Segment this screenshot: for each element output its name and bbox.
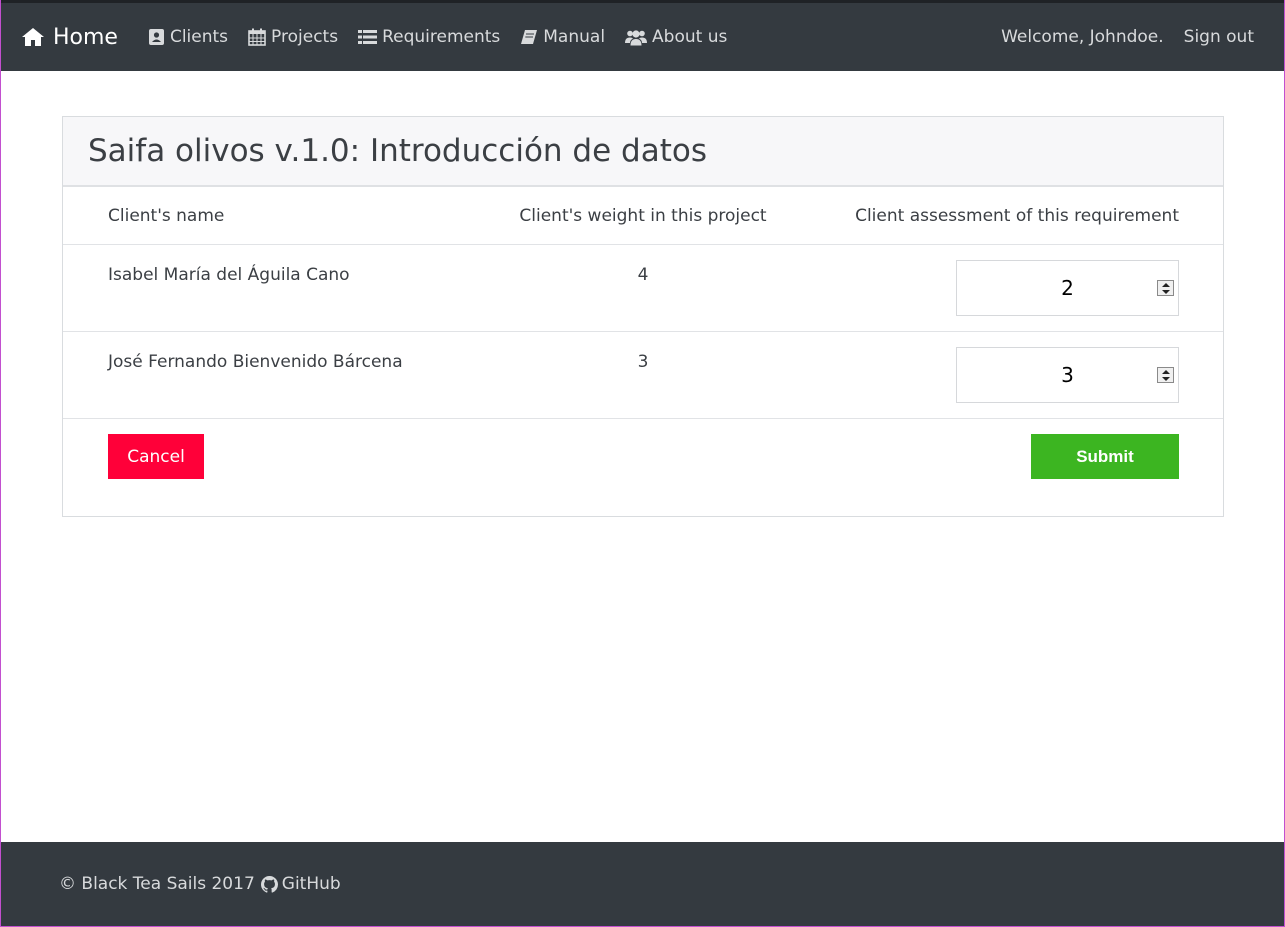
calendar-icon <box>248 28 266 46</box>
assessment-cell: 2 <box>823 260 1223 316</box>
sign-out-link[interactable]: Sign out <box>1184 27 1254 47</box>
header-client-name: Client's name <box>108 205 225 226</box>
users-icon <box>625 29 648 45</box>
book-icon <box>521 30 538 44</box>
client-weight: 4 <box>637 265 649 285</box>
nav-user-area: Welcome, Johndoe. Sign out <box>1001 27 1254 47</box>
address-card-icon <box>148 29 164 45</box>
list-icon <box>358 30 378 44</box>
nav-manual-label: Manual <box>543 27 606 47</box>
github-icon <box>260 875 278 893</box>
spinner-down-icon[interactable] <box>1161 376 1170 381</box>
brand-label: Home <box>53 24 118 50</box>
assessment-number-input[interactable]: 3 <box>956 347 1179 403</box>
spinner-up-icon[interactable] <box>1161 282 1170 287</box>
number-spinner[interactable] <box>1157 280 1174 296</box>
number-spinner[interactable] <box>1157 367 1174 383</box>
spinner-down-icon[interactable] <box>1161 289 1170 294</box>
client-name: Isabel María del Águila Cano <box>108 265 350 285</box>
top-navbar: Home Clients Projects Requirements Manua… <box>1 0 1284 71</box>
welcome-text: Welcome, Johndoe. <box>1001 27 1164 47</box>
table-row: Isabel María del Águila Cano 4 2 <box>63 245 1223 332</box>
assessment-table: Client's name Client's weight in this pr… <box>63 187 1223 419</box>
nav-manual[interactable]: Manual <box>520 27 605 47</box>
page-title: Saifa olivos v.1.0: Introducción de dato… <box>88 133 707 169</box>
home-link[interactable]: Home <box>21 25 118 50</box>
submit-button[interactable]: Submit <box>1031 434 1179 479</box>
client-name: José Fernando Bienvenido Bárcena <box>108 352 403 372</box>
home-icon <box>22 28 44 46</box>
nav-requirements[interactable]: Requirements <box>358 27 500 47</box>
data-entry-card: Saifa olivos v.1.0: Introducción de dato… <box>62 116 1224 517</box>
client-weight: 3 <box>637 352 649 372</box>
page-footer: © Black Tea Sails 2017 GitHub <box>1 842 1284 926</box>
assessment-value: 3 <box>1061 363 1074 387</box>
header-client-weight: Client's weight in this project <box>519 205 767 226</box>
assessment-number-input[interactable]: 2 <box>956 260 1179 316</box>
nav-requirements-label: Requirements <box>382 27 501 47</box>
nav-projects-label: Projects <box>271 27 339 47</box>
form-actions: Cancel Submit <box>63 419 1223 515</box>
nav-clients-label: Clients <box>169 27 229 47</box>
nav-about-us-label: About us <box>652 27 728 47</box>
card-header: Saifa olivos v.1.0: Introducción de dato… <box>63 117 1223 187</box>
assessment-value: 2 <box>1061 276 1074 300</box>
cancel-button[interactable]: Cancel <box>108 434 204 479</box>
github-link[interactable]: GitHub <box>282 874 341 894</box>
copyright-text: © Black Tea Sails 2017 <box>59 874 255 894</box>
nav-projects[interactable]: Projects <box>248 27 338 47</box>
assessment-cell: 3 <box>823 347 1223 403</box>
nav-clients[interactable]: Clients <box>148 27 228 47</box>
nav-about-us[interactable]: About us <box>625 27 727 47</box>
spinner-up-icon[interactable] <box>1161 369 1170 374</box>
table-row: José Fernando Bienvenido Bárcena 3 3 <box>63 332 1223 419</box>
table-header-row: Client's name Client's weight in this pr… <box>63 187 1223 245</box>
header-client-assessment: Client assessment of this requirement <box>855 205 1179 226</box>
